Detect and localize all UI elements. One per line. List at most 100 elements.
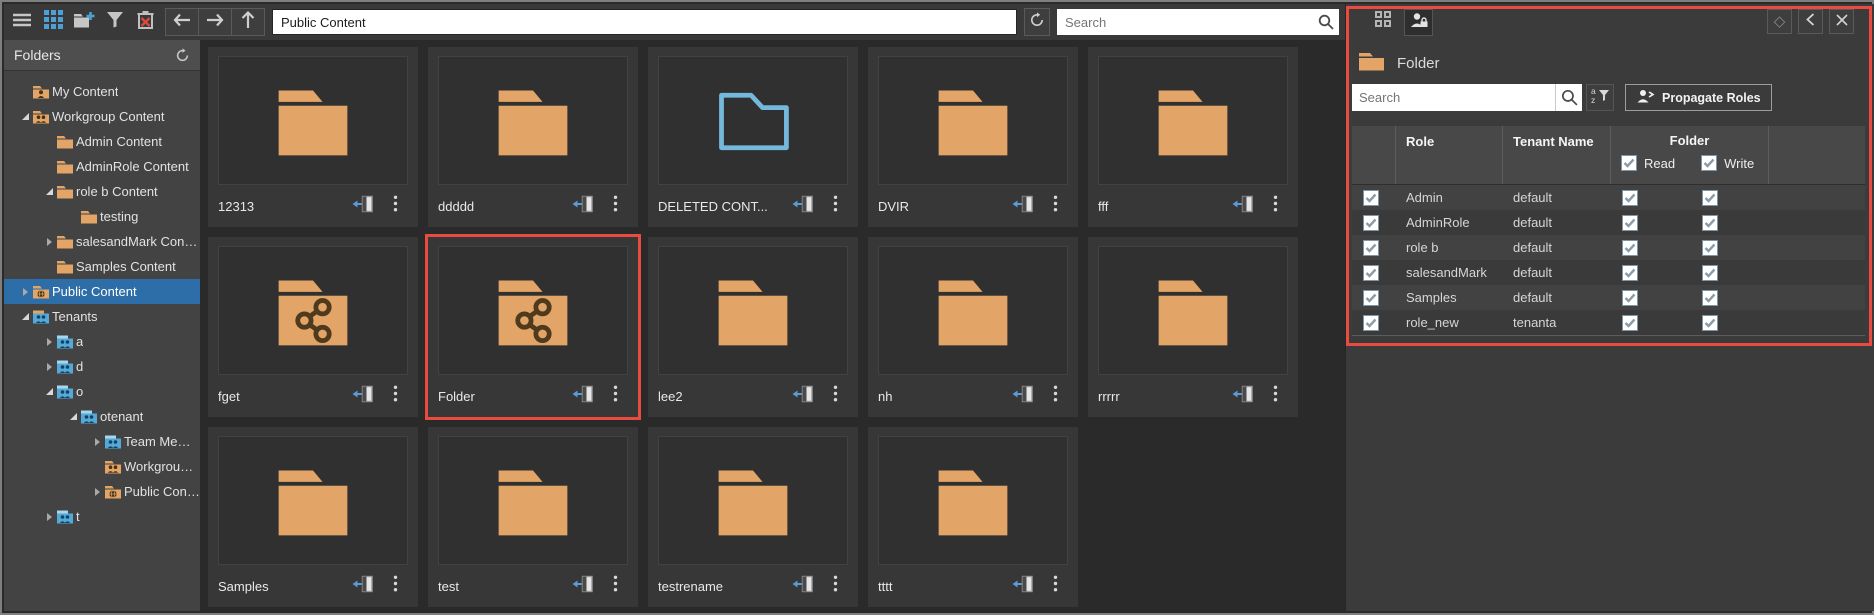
folder-tile-deleted-cont-[interactable]: DELETED CONT... (648, 47, 858, 227)
folder-tile-nh[interactable]: nh (868, 237, 1078, 417)
tree-item-public-content[interactable]: Public Content (4, 279, 200, 304)
tile-menu-button[interactable] (382, 384, 408, 408)
collapse-panel-button[interactable] (1798, 9, 1823, 34)
role-row-admin[interactable]: Admindefault (1352, 185, 1865, 210)
tile-menu-button[interactable] (1042, 384, 1068, 408)
grid-view-button[interactable] (41, 10, 65, 34)
tile-menu-button[interactable] (602, 194, 628, 218)
row-select-checkbox[interactable] (1363, 190, 1379, 206)
tree-expander-collapsed-icon[interactable] (18, 288, 32, 296)
delete-folder-button[interactable] (134, 10, 158, 34)
tile-menu-button[interactable] (1042, 194, 1068, 218)
read-all-checkbox[interactable] (1621, 155, 1637, 171)
row-select-checkbox[interactable] (1363, 290, 1379, 306)
sidebar-refresh-button[interactable] (175, 48, 190, 63)
write-checkbox[interactable] (1702, 315, 1718, 331)
tree-item-d[interactable]: d (4, 354, 200, 379)
folder-tile-fget[interactable]: fget (208, 237, 418, 417)
tree-item-workgroup-content[interactable]: Workgroup Content (4, 104, 200, 129)
main-search-input[interactable] (1057, 15, 1313, 30)
list-view-button[interactable] (10, 10, 34, 34)
new-folder-button[interactable] (72, 10, 96, 34)
folder-tile-rrrrr[interactable]: rrrrr (1088, 237, 1298, 417)
read-checkbox[interactable] (1622, 315, 1638, 331)
tree-expander-collapsed-icon[interactable] (42, 513, 56, 521)
propagate-roles-button[interactable]: Propagate Roles (1625, 84, 1772, 111)
role-row-salesandmark[interactable]: salesandMarkdefault (1352, 260, 1865, 285)
content-blocks-button[interactable] (1370, 9, 1395, 34)
tile-menu-button[interactable] (1262, 384, 1288, 408)
tile-menu-button[interactable] (382, 574, 408, 598)
tree-item-otenant[interactable]: otenant (4, 404, 200, 429)
folder-tile-fff[interactable]: fff (1088, 47, 1298, 227)
tree-expander-expanded-icon[interactable] (18, 113, 32, 120)
tree-expander-expanded-icon[interactable] (42, 188, 56, 195)
export-folder-button[interactable] (790, 574, 816, 598)
write-checkbox[interactable] (1702, 240, 1718, 256)
roles-search-input[interactable] (1352, 84, 1555, 111)
read-checkbox[interactable] (1622, 240, 1638, 256)
read-checkbox[interactable] (1622, 215, 1638, 231)
export-folder-button[interactable] (1230, 194, 1256, 218)
tile-menu-button[interactable] (1262, 194, 1288, 218)
write-checkbox[interactable] (1702, 190, 1718, 206)
write-checkbox[interactable] (1702, 215, 1718, 231)
write-checkbox[interactable] (1702, 290, 1718, 306)
read-checkbox[interactable] (1622, 265, 1638, 281)
tree-item-t[interactable]: t (4, 504, 200, 529)
tree-item-my-content[interactable]: My Content (4, 79, 200, 104)
folder-tile-testrename[interactable]: testrename (648, 427, 858, 607)
tile-menu-button[interactable] (822, 384, 848, 408)
tree-expander-collapsed-icon[interactable] (42, 338, 56, 346)
tree-item-testing[interactable]: testing (4, 204, 200, 229)
tree-item-team-member-co-[interactable]: Team Member Co... (4, 429, 200, 454)
close-panel-button[interactable] (1829, 9, 1854, 34)
row-select-checkbox[interactable] (1363, 265, 1379, 281)
sort-filter-button[interactable]: az (1586, 84, 1614, 111)
tree-item-adminrole-content[interactable]: AdminRole Content (4, 154, 200, 179)
export-folder-button[interactable] (790, 194, 816, 218)
tree-expander-expanded-icon[interactable] (18, 313, 32, 320)
tree-expander-expanded-icon[interactable] (42, 388, 56, 395)
tile-menu-button[interactable] (602, 574, 628, 598)
export-folder-button[interactable] (350, 574, 376, 598)
tree-expander-collapsed-icon[interactable] (42, 238, 56, 246)
folder-tile-test[interactable]: test (428, 427, 638, 607)
export-folder-button[interactable] (1010, 574, 1036, 598)
tile-menu-button[interactable] (1042, 574, 1068, 598)
role-row-role-b[interactable]: role bdefault (1352, 235, 1865, 260)
tree-item-o[interactable]: o (4, 379, 200, 404)
tile-menu-button[interactable] (822, 574, 848, 598)
tree-expander-collapsed-icon[interactable] (90, 438, 104, 446)
role-row-samples[interactable]: Samplesdefault (1352, 285, 1865, 310)
tile-menu-button[interactable] (382, 194, 408, 218)
read-checkbox[interactable] (1622, 290, 1638, 306)
export-folder-button[interactable] (790, 384, 816, 408)
tile-menu-button[interactable] (602, 384, 628, 408)
folder-tile-12313[interactable]: 12313 (208, 47, 418, 227)
tree-item-workgroup-content[interactable]: Workgroup Content (4, 454, 200, 479)
row-select-checkbox[interactable] (1363, 240, 1379, 256)
tile-menu-button[interactable] (822, 194, 848, 218)
write-checkbox[interactable] (1702, 265, 1718, 281)
back-button[interactable] (166, 9, 199, 35)
tree-expander-collapsed-icon[interactable] (90, 488, 104, 496)
export-folder-button[interactable] (570, 574, 596, 598)
tree-expander-expanded-icon[interactable] (66, 413, 80, 420)
read-checkbox[interactable] (1622, 190, 1638, 206)
row-select-checkbox[interactable] (1363, 215, 1379, 231)
tree-item-samples-content[interactable]: Samples Content (4, 254, 200, 279)
export-folder-button[interactable] (350, 194, 376, 218)
export-folder-button[interactable] (570, 384, 596, 408)
up-button[interactable] (232, 9, 264, 35)
export-folder-button[interactable] (1010, 194, 1036, 218)
folder-tile-lee2[interactable]: lee2 (648, 237, 858, 417)
export-folder-button[interactable] (570, 194, 596, 218)
tree-item-role-b-content[interactable]: role b Content (4, 179, 200, 204)
tree-item-salesandmark-content[interactable]: salesandMark Content (4, 229, 200, 254)
role-row-adminrole[interactable]: AdminRoledefault (1352, 210, 1865, 235)
breadcrumb-path-input[interactable] (272, 9, 1017, 35)
role-row-role-new[interactable]: role_newtenanta (1352, 310, 1865, 335)
tree-item-public-content[interactable]: Public Content (4, 479, 200, 504)
row-select-checkbox[interactable] (1363, 315, 1379, 331)
